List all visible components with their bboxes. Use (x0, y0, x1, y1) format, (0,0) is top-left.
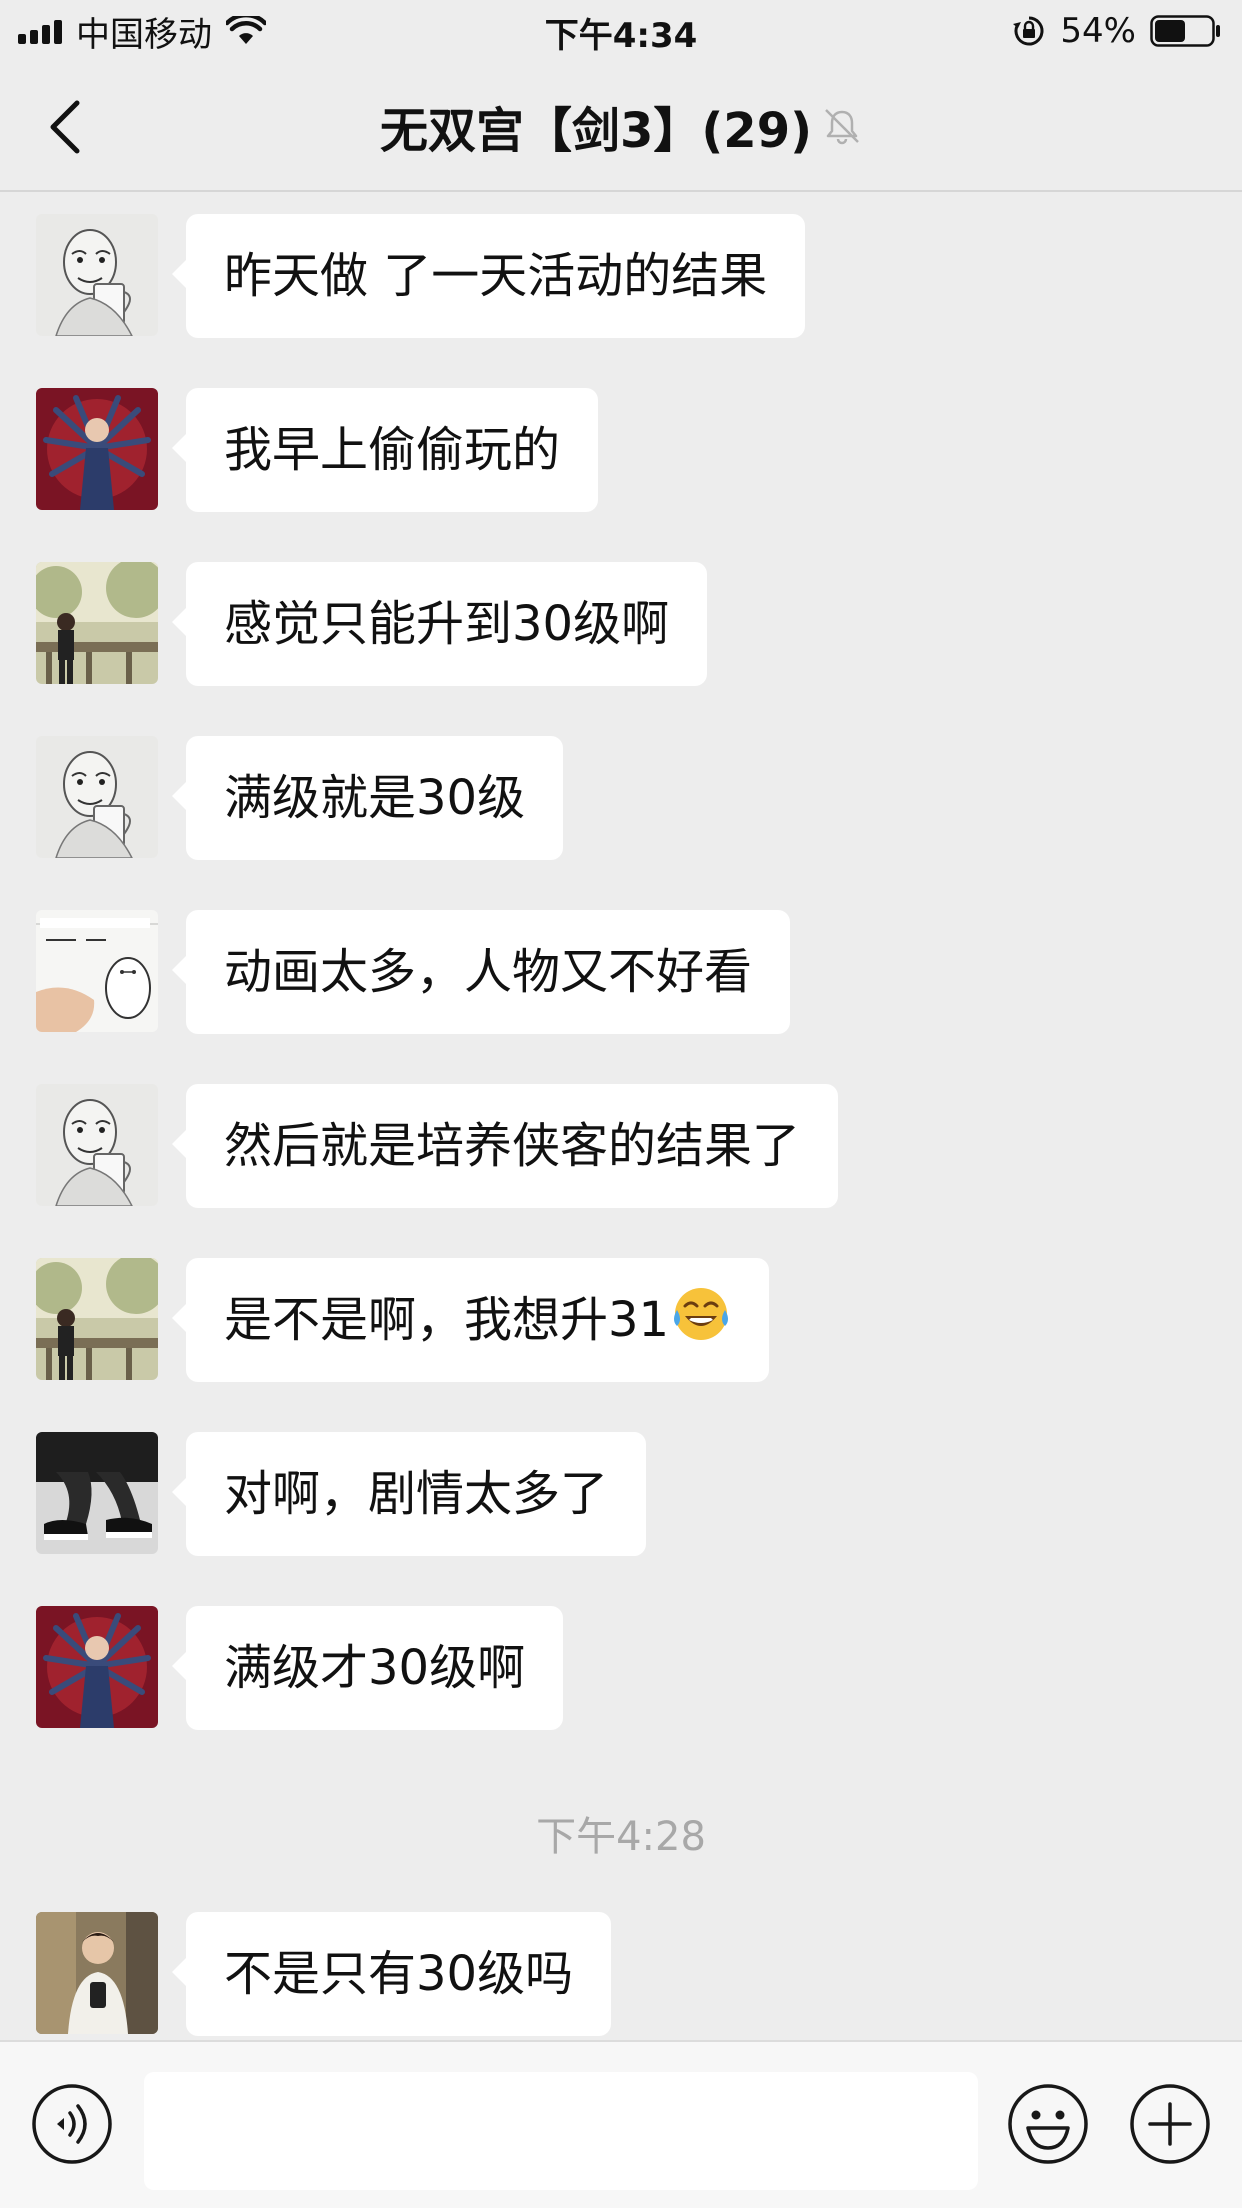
avatar[interactable] (36, 214, 158, 336)
avatar[interactable] (36, 1606, 158, 1728)
message-input[interactable] (144, 2072, 978, 2190)
message-bubble[interactable]: 动画太多，人物又不好看 (171, 910, 791, 1034)
status-bar: 中国移动 下午4:34 54% (0, 0, 1242, 62)
tears-of-joy-emoji-icon (674, 1288, 729, 1340)
title-wrap: 无双宫【剑3】(29) (0, 96, 1242, 159)
message-bubble[interactable]: 我早上偷偷玩的 (171, 388, 599, 512)
message-text: 昨天做 了一天活动的结果 (224, 248, 768, 304)
message-text: 不是只有30级吗 (224, 1946, 574, 2002)
message-bubble[interactable]: 感觉只能升到30级啊 (171, 562, 708, 686)
message-row: 动画太多，人物又不好看 (36, 910, 791, 1034)
message-row: 然后就是培养侠客的结果了 (36, 1084, 839, 1208)
message-list[interactable]: 昨天做 了一天活动的结果 我早上偷偷玩的 感觉只能升到30级啊 满级就是30级 … (0, 194, 1242, 2040)
sketch-man-avatar (36, 1084, 158, 1206)
message-row: 对啊，剧情太多了 (36, 1432, 647, 1556)
message-row: 我早上偷偷玩的 (36, 388, 599, 512)
avatar[interactable] (36, 388, 158, 510)
sneakers-avatar (36, 1432, 158, 1554)
bell-muted-icon (825, 109, 859, 145)
avatar[interactable] (36, 910, 158, 1032)
time-divider: 下午4:28 (536, 1814, 706, 1860)
message-row: 不是只有30级吗 (36, 1912, 612, 2036)
message-text: 感觉只能升到30级啊 (224, 596, 670, 652)
avatar[interactable] (36, 562, 158, 684)
boy-bridge-avatar (36, 562, 158, 684)
sketch-man-avatar (36, 736, 158, 858)
chat-header: 无双宫【剑3】(29) (0, 62, 1242, 192)
message-bubble[interactable]: 满级就是30级 (171, 736, 564, 860)
message-text: 我早上偷偷玩的 (224, 422, 561, 478)
message-text: 动画太多，人物又不好看 (224, 944, 753, 1000)
chat-title: 无双宫【剑3】(29) (379, 103, 813, 159)
message-text: 是不是啊，我想升31 (224, 1292, 670, 1348)
message-text: 然后就是培养侠客的结果了 (224, 1118, 801, 1174)
red-figure-avatar (36, 388, 158, 510)
plus-icon[interactable] (1128, 2082, 1212, 2166)
message-bubble[interactable]: 满级才30级啊 (171, 1606, 564, 1730)
emoji-icon[interactable] (1006, 2082, 1090, 2166)
message-bubble[interactable]: 然后就是培养侠客的结果了 (171, 1084, 839, 1208)
red-figure-avatar (36, 1606, 158, 1728)
selfie-boy-avatar (36, 1912, 158, 2034)
avatar[interactable] (36, 1912, 158, 2034)
message-bubble[interactable]: 是不是啊，我想升31 (171, 1258, 770, 1382)
message-text: 满级就是30级 (224, 770, 526, 826)
baymax-drawing-avatar (36, 910, 158, 1032)
message-row: 感觉只能升到30级啊 (36, 562, 708, 686)
status-right: 54% (1012, 8, 1222, 54)
avatar[interactable] (36, 1432, 158, 1554)
input-bar (0, 2040, 1242, 2208)
avatar[interactable] (36, 736, 158, 858)
avatar[interactable] (36, 1258, 158, 1380)
message-bubble[interactable]: 不是只有30级吗 (171, 1912, 612, 2036)
battery-icon (1150, 15, 1222, 47)
message-row: 满级才30级啊 (36, 1606, 564, 1730)
boy-bridge-avatar (36, 1258, 158, 1380)
message-bubble[interactable]: 昨天做 了一天活动的结果 (171, 214, 806, 338)
avatar[interactable] (36, 1084, 158, 1206)
rotation-lock-icon (1013, 16, 1044, 46)
battery-percent: 54% (1060, 11, 1136, 51)
voice-icon[interactable] (30, 2082, 114, 2166)
message-text: 对啊，剧情太多了 (224, 1466, 609, 1522)
message-text: 满级才30级啊 (224, 1640, 526, 1696)
sketch-man-avatar (36, 214, 158, 336)
message-row: 昨天做 了一天活动的结果 (36, 214, 806, 338)
message-row: 是不是啊，我想升31 (36, 1258, 770, 1382)
message-row: 满级就是30级 (36, 736, 564, 860)
message-bubble[interactable]: 对啊，剧情太多了 (171, 1432, 647, 1556)
